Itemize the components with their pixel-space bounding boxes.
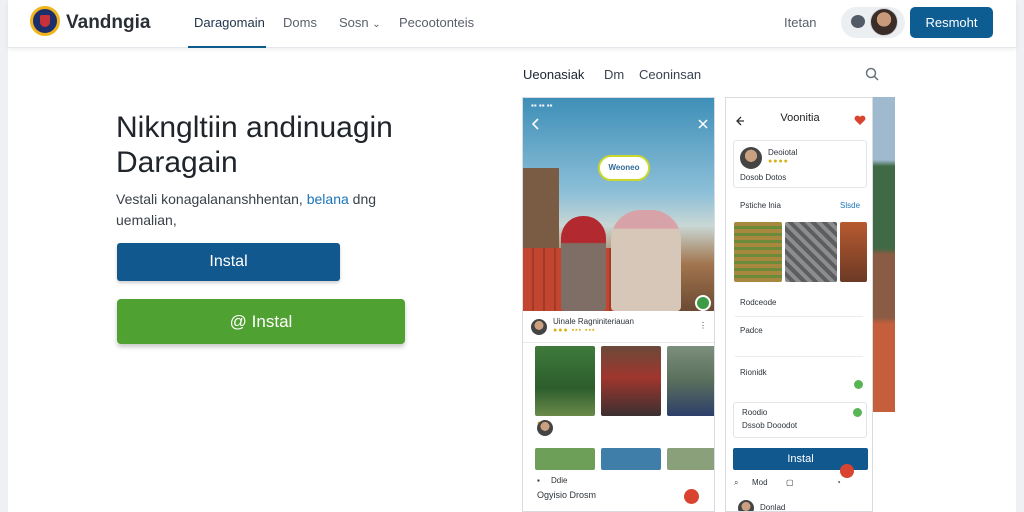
bottom-label: Ddie	[551, 476, 568, 485]
status-dot-icon	[853, 408, 862, 417]
close-icon[interactable]	[698, 119, 708, 129]
notification-icon[interactable]	[684, 489, 699, 504]
profile-card[interactable]: Deoiotal ●●●● Dosob Dotos	[733, 140, 867, 188]
hero-headline: Nikngltiin andinuagin Daragain	[116, 110, 456, 180]
grid-thumb[interactable]	[601, 448, 661, 470]
search-icon[interactable]	[865, 67, 879, 81]
grid-thumb[interactable]	[535, 448, 595, 470]
divider	[735, 316, 863, 317]
hero-headline-line1: Nikngltiin andinuagin	[116, 111, 393, 144]
grid-thumb[interactable]	[535, 346, 595, 416]
feed-badge[interactable]: Weoneo	[598, 155, 650, 181]
divider	[735, 356, 863, 357]
list-item[interactable]: Rionidk	[740, 368, 767, 377]
footer-name: Donlad	[760, 503, 786, 512]
grid-image[interactable]	[840, 222, 867, 282]
grid-thumb[interactable]	[601, 346, 661, 416]
install-button-secondary-label: Instal	[251, 312, 293, 331]
heart-icon[interactable]	[854, 115, 866, 126]
header-link-itetan[interactable]: Itetan	[784, 15, 817, 30]
profile-stars: ●●●●	[768, 158, 789, 165]
profile-screen-title: Voonitia	[780, 112, 820, 124]
header-cta-button[interactable]: Resmoht	[910, 7, 993, 38]
section-see-all-link[interactable]: Slsde	[840, 201, 860, 210]
thumb-avatar	[537, 420, 553, 436]
page-frame: Vandngia Daragomain Doms Sosn ⌄ Pecooton…	[8, 0, 1016, 512]
showcase-tab-ceoninsan[interactable]: Ceoninsan	[639, 67, 701, 82]
install-button-primary[interactable]: Instal	[117, 243, 340, 281]
nav-item-sosn-label: Sosn	[339, 15, 369, 30]
bottom-label: Mod	[752, 478, 768, 487]
post-meta: ●●● ▪▪▪ ▪▪▪	[553, 327, 596, 334]
hero-subtext-post: dng	[352, 191, 377, 207]
person-beanie	[611, 210, 681, 311]
bookmark-icon[interactable]: ▪	[537, 476, 540, 485]
grid-thumb[interactable]	[667, 346, 714, 416]
at-icon: @	[229, 312, 247, 331]
chat-bubble-icon[interactable]: ◔	[836, 478, 841, 487]
notification-icon[interactable]	[840, 464, 854, 478]
search-icon[interactable]: ⌕	[734, 478, 738, 488]
avatar[interactable]	[870, 8, 898, 36]
person-hijab	[561, 216, 606, 311]
status-dot-icon	[854, 380, 863, 389]
install-button-secondary[interactable]: @ Instal	[117, 299, 405, 344]
nav-item-daragomain[interactable]: Daragomain	[194, 15, 265, 30]
chevron-down-icon: ⌄	[372, 19, 381, 30]
footer-avatar	[738, 500, 754, 511]
feed-post-header[interactable]: Uinale Ragniniteriauan ●●● ▪▪▪ ▪▪▪ ⋮	[523, 311, 714, 343]
post-avatar	[531, 319, 547, 335]
nav-active-underline	[188, 46, 266, 48]
info-card-title: Roodio	[742, 408, 768, 417]
list-item[interactable]: Rodceode	[740, 298, 776, 307]
nav-item-sosn[interactable]: Sosn ⌄	[339, 15, 381, 30]
section-title: Pstiche lnia	[740, 201, 781, 210]
info-card-sub: Dssob Dooodot	[742, 421, 798, 430]
brand-name[interactable]: Vandngia	[66, 12, 150, 34]
info-card[interactable]: Roodio Dssob Dooodot	[733, 402, 867, 438]
showcase-tab-ueonasiak[interactable]: Ueonasiak	[523, 67, 584, 82]
status-bar: ▪▪ ▪▪ ▪▪	[531, 101, 553, 110]
nav-item-doms[interactable]: Doms	[283, 15, 317, 30]
back-arrow-icon[interactable]	[531, 118, 541, 130]
phone-mockup-feed: ▪▪ ▪▪ ▪▪ Weoneo Uinale Ragniniteriauan ●…	[522, 97, 715, 512]
feed-hero-image: ▪▪ ▪▪ ▪▪ Weoneo	[523, 98, 714, 311]
hero-subtext: Vestali konagalananshhentan, belana dng …	[116, 189, 416, 231]
profile-sub: Dosob Dotos	[740, 173, 787, 182]
chat-icon[interactable]	[851, 15, 865, 28]
hero-subtext-link[interactable]: belana	[307, 191, 349, 207]
showcase-tab-dm[interactable]: Dm	[604, 67, 624, 82]
hero-headline-line2: Daragain	[116, 146, 238, 179]
side-photo-strip	[873, 97, 895, 412]
nav-item-pecootonteis[interactable]: Pecootonteis	[399, 15, 474, 30]
profile-name: Deoiotal	[768, 148, 798, 157]
more-icon[interactable]: ⋮	[699, 321, 707, 330]
building-wall	[523, 168, 559, 253]
grid-image[interactable]	[785, 222, 837, 282]
feed-caption: Ogyisio Drosm	[537, 490, 597, 500]
grid-thumb[interactable]	[667, 448, 714, 470]
phone-mockup-profile: Voonitia Deoiotal ●●●● Dosob Dotos Pstic…	[725, 97, 873, 512]
grid-image[interactable]	[734, 222, 782, 282]
list-item[interactable]: Padce	[740, 326, 763, 335]
top-header: Vandngia Daragomain Doms Sosn ⌄ Pecooton…	[8, 0, 1016, 48]
online-indicator-icon	[695, 295, 711, 311]
profile-avatar	[740, 147, 762, 169]
square-icon[interactable]: ▢	[786, 478, 794, 487]
hero-subtext-pre: Vestali konagalananshhentan,	[116, 191, 303, 207]
hero-subtext-line2: uemalian,	[116, 212, 177, 228]
logo-emblem-icon[interactable]	[30, 6, 60, 36]
post-title: Uinale Ragniniteriauan	[553, 317, 634, 326]
